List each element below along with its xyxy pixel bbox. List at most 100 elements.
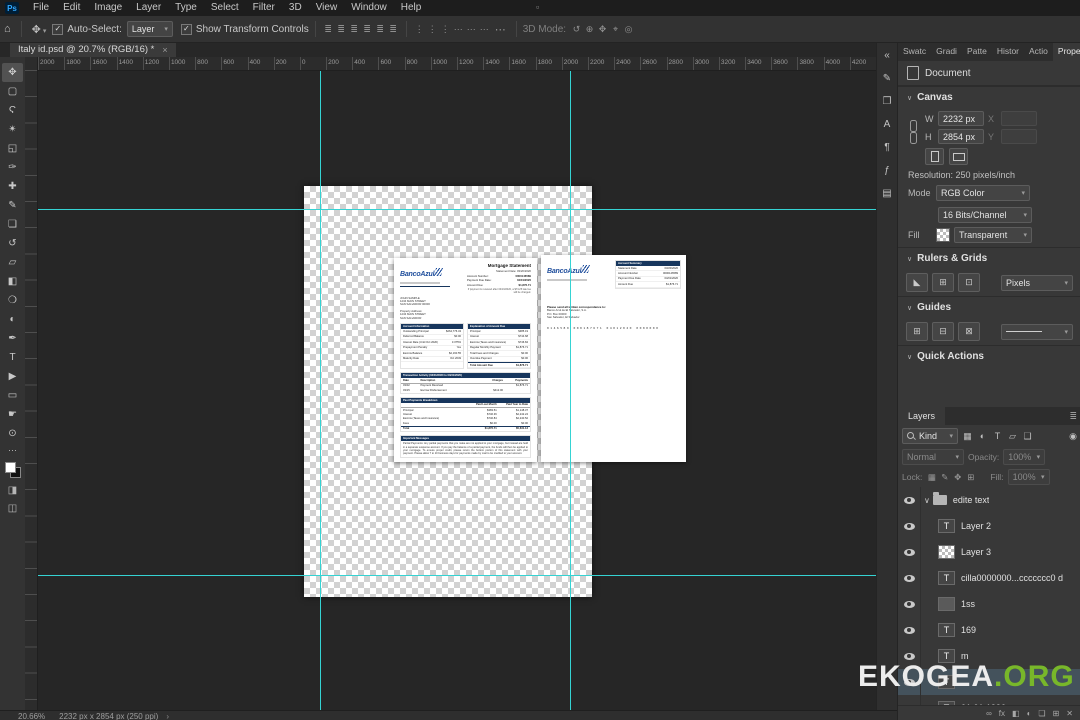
blend-mode-dropdown[interactable]: Normal ▾ — [902, 449, 964, 465]
type-layer-thumbnail[interactable]: T — [938, 675, 955, 689]
layer-style-icon[interactable]: fx — [999, 709, 1005, 718]
layer-name[interactable]: Layer 2 — [961, 521, 991, 531]
fill-input[interactable]: 100% ▾ — [1007, 469, 1050, 485]
auto-select-checkbox[interactable]: ✓ — [52, 23, 64, 35]
layer-row[interactable]: Layer 3 — [898, 539, 1080, 565]
share-icon[interactable]: ▫ — [536, 2, 539, 12]
canvas-section-header[interactable]: ∨ Canvas — [898, 86, 1080, 108]
blur-tool[interactable]: ❍ — [2, 291, 23, 310]
distribute-vertical-bottom-icon[interactable]: ⋮ — [439, 24, 452, 35]
type-tool[interactable]: T — [2, 348, 23, 367]
brush-settings-icon[interactable]: ✎ — [883, 67, 891, 90]
layer-name[interactable]: 169 — [961, 625, 976, 635]
clear-guides-icon[interactable]: ⊠ — [958, 322, 980, 341]
lock-pixels-icon[interactable]: ✎ — [939, 472, 950, 483]
color-mode-dropdown[interactable]: RGB Color ▾ — [936, 185, 1030, 201]
layer-row[interactable]: T — [898, 669, 1080, 695]
panel-tab[interactable]: Swatc — [898, 42, 931, 61]
type-layer-thumbnail[interactable]: T — [938, 571, 955, 585]
link-layers-icon[interactable]: ∞ — [986, 709, 992, 718]
menu-item[interactable]: Select — [204, 0, 246, 16]
orientation-portrait-button[interactable] — [925, 148, 944, 165]
auto-select-target-dropdown[interactable]: Layer ▾ — [126, 21, 173, 37]
align-left-icon[interactable]: ≣ — [322, 24, 335, 35]
panel-tab[interactable]: Actio — [1024, 42, 1053, 61]
quick-mask-icon[interactable]: ◨ — [8, 485, 17, 496]
layer-mask-icon[interactable]: ◧ — [1012, 709, 1020, 718]
opacity-input[interactable]: 100% ▾ — [1003, 449, 1046, 465]
layer-name[interactable]: cilla0000000...ccccccc0 d — [961, 573, 1063, 583]
lock-artboard-icon[interactable]: ⊞ — [965, 472, 976, 483]
visibility-toggle[interactable] — [898, 539, 921, 565]
zoom-level[interactable]: 20.66% — [18, 712, 45, 720]
group-chevron-icon[interactable]: ∨ — [924, 496, 930, 505]
layer-thumbnail[interactable] — [938, 597, 955, 611]
visibility-toggle[interactable] — [898, 591, 921, 617]
type-layer-thumbnail[interactable]: T — [938, 623, 955, 637]
guide-style-dropdown[interactable]: ▾ — [1001, 323, 1073, 340]
eyedropper-tool[interactable]: ✑ — [2, 158, 23, 177]
shape-tool[interactable]: ▭ — [2, 386, 23, 405]
panel-tab[interactable]: Patte — [962, 42, 992, 61]
libraries-panel-icon[interactable]: ▤ — [882, 182, 891, 205]
path-selection-tool[interactable]: ▶ — [2, 367, 23, 386]
guide-horizontal-1[interactable] — [37, 209, 876, 210]
filter-smart-objects-icon[interactable]: ❑ — [1021, 431, 1034, 442]
distribute-vertical-top-icon[interactable]: ⋮ — [413, 24, 426, 35]
align-middle-icon[interactable]: ≣ — [374, 24, 387, 35]
quick-actions-section-header[interactable]: ∨ Quick Actions — [898, 345, 1080, 367]
filter-type-layers-icon[interactable]: T — [991, 431, 1004, 442]
distribute-horizontal-right-icon[interactable]: ⋯ — [478, 24, 491, 35]
panel-tab[interactable]: Gradi — [931, 42, 962, 61]
filter-shape-layers-icon[interactable]: ▱ — [1006, 431, 1019, 442]
guide-vertical-1[interactable] — [320, 70, 321, 710]
layer-row[interactable]: T 01.01.1990 — [898, 695, 1080, 705]
clone-source-icon[interactable]: ❐ — [883, 90, 892, 113]
layer-row[interactable]: 1ss — [898, 591, 1080, 617]
layer-name[interactable]: Layer 3 — [961, 547, 991, 557]
menu-item[interactable]: Edit — [56, 0, 87, 16]
show-transform-checkbox[interactable]: ✓ — [180, 23, 192, 35]
color-swatches[interactable] — [4, 462, 21, 478]
healing-brush-tool[interactable]: ✚ — [2, 177, 23, 196]
3d-scale-icon[interactable]: ◎ — [622, 24, 635, 35]
3d-roll-icon[interactable]: ⊕ — [583, 24, 596, 35]
height-input[interactable]: 2854 px — [938, 129, 984, 144]
paragraph-panel-icon[interactable]: ¶ — [884, 136, 889, 159]
canvas-viewport[interactable]: BancoAzul Mortgage Statement Statement D… — [37, 70, 876, 710]
3d-drag-icon[interactable]: ✥ — [596, 24, 609, 35]
new-guide-layout-icon[interactable]: ⊞ — [906, 322, 928, 341]
screen-mode-icon[interactable]: ◫ — [8, 503, 17, 514]
crop-tool[interactable]: ◱ — [2, 139, 23, 158]
layer-row[interactable]: T cilla0000000...ccccccc0 d — [898, 565, 1080, 591]
brush-tool[interactable]: ✎ — [2, 196, 23, 215]
lock-transparency-icon[interactable]: ▦ — [926, 472, 937, 483]
visibility-toggle[interactable] — [898, 695, 921, 705]
fill-dropdown[interactable]: Transparent ▾ — [954, 227, 1032, 243]
panel-menu-icon[interactable]: ≣ — [1069, 407, 1080, 425]
menu-item[interactable]: Filter — [246, 0, 282, 16]
visibility-toggle[interactable] — [898, 513, 921, 539]
align-bottom-icon[interactable]: ≣ — [387, 24, 400, 35]
marquee-tool[interactable]: ▢ — [2, 82, 23, 101]
guides-section-header[interactable]: ∨ Guides — [898, 296, 1080, 318]
adjustment-layer-icon[interactable]: ◐ — [1027, 709, 1032, 718]
3d-rotate-icon[interactable]: ↺ — [570, 24, 583, 35]
quick-selection-tool[interactable]: ✴ — [2, 120, 23, 139]
link-dimensions-icon[interactable] — [909, 119, 917, 147]
layers-panel-tab[interactable]: Layers — [898, 407, 946, 425]
type-layer-thumbnail[interactable]: T — [938, 649, 955, 663]
delete-layer-icon[interactable]: ✕ — [1066, 709, 1073, 718]
menu-item[interactable]: File — [26, 0, 56, 16]
dodge-tool[interactable]: ◐ — [2, 310, 23, 329]
pen-tool[interactable]: ✒ — [2, 329, 23, 348]
3d-slide-icon[interactable]: ⌖ — [609, 24, 622, 35]
visibility-toggle[interactable] — [898, 565, 921, 591]
gradient-tool[interactable]: ◧ — [2, 272, 23, 291]
lock-position-icon[interactable]: ✥ — [952, 472, 963, 483]
hand-tool[interactable]: ☛ — [2, 405, 23, 424]
filter-pixel-layers-icon[interactable]: ▦ — [961, 431, 974, 442]
layer-name[interactable]: m — [961, 651, 969, 661]
menu-item[interactable]: Help — [394, 0, 429, 16]
guide-horizontal-2[interactable] — [37, 575, 876, 576]
